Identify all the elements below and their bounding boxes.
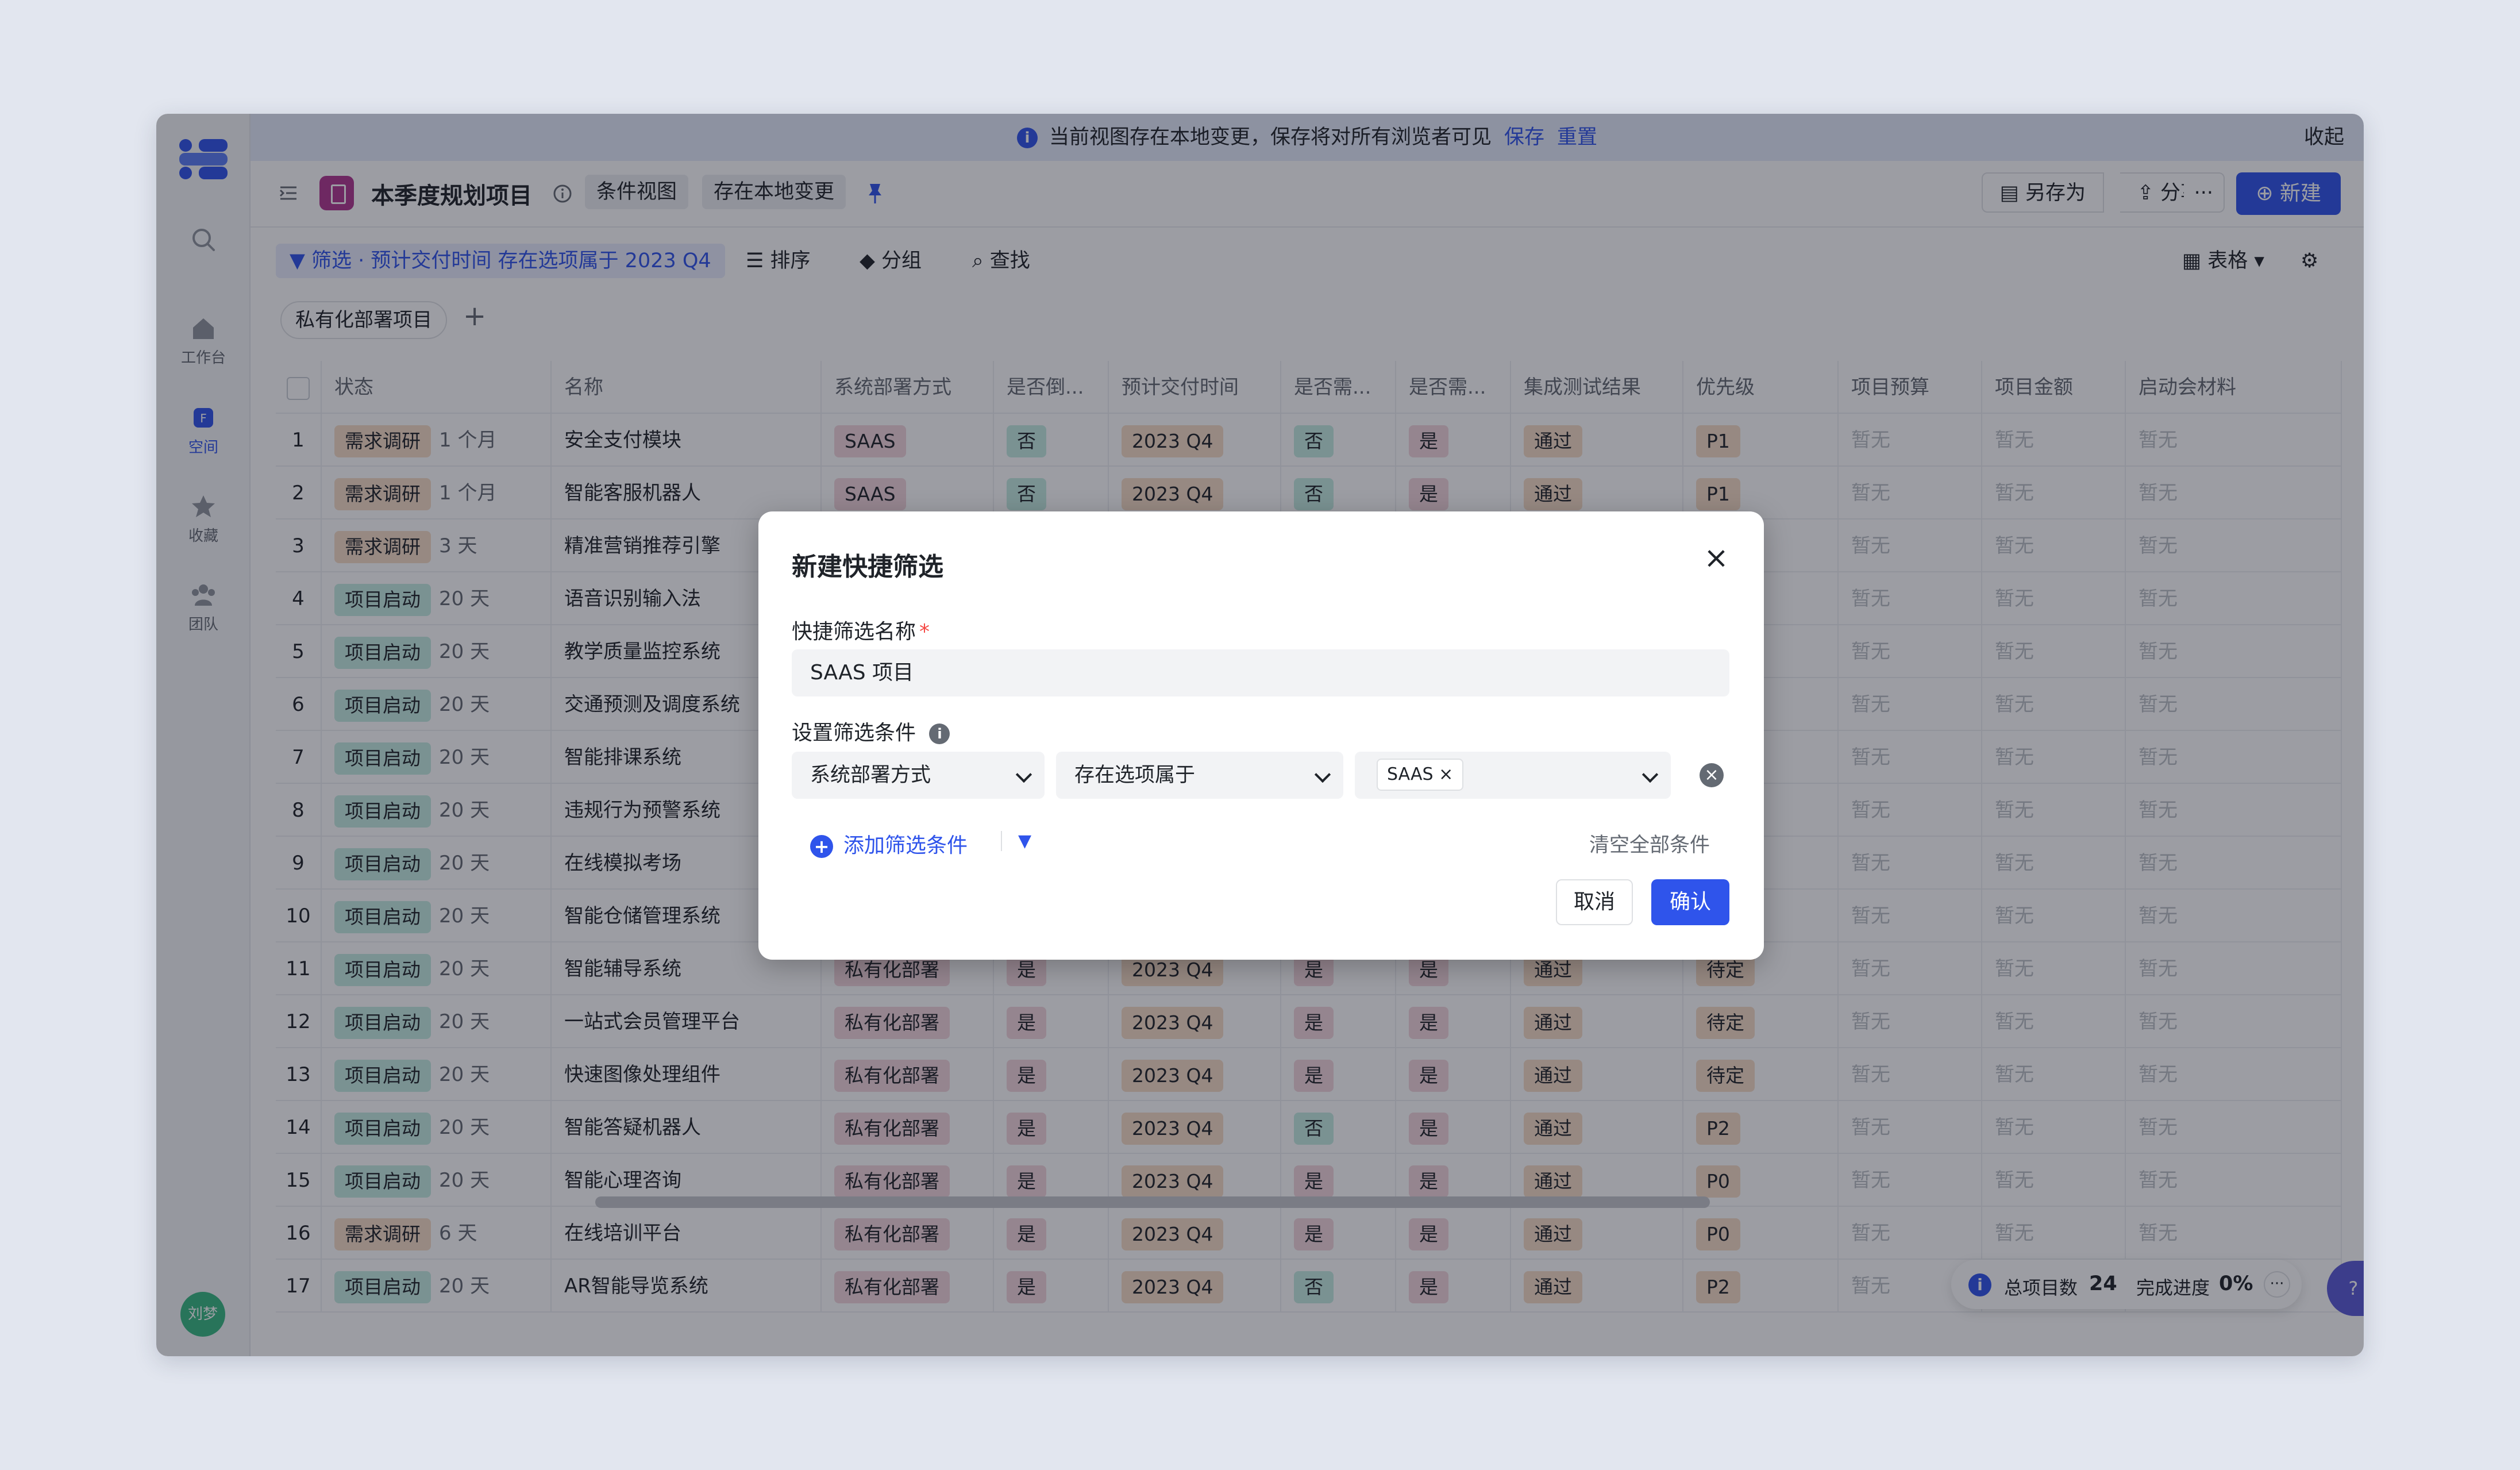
- filter-name-input[interactable]: SAAS 项目: [792, 649, 1729, 696]
- chip-remove-icon[interactable]: ×: [1439, 764, 1453, 784]
- remove-condition-icon[interactable]: ×: [1700, 763, 1724, 787]
- required-mark: *: [919, 620, 930, 644]
- condition-field-select[interactable]: 系统部署方式: [792, 752, 1045, 799]
- add-condition-button[interactable]: + 添加筛选条件: [810, 829, 968, 859]
- info-icon[interactable]: i: [929, 724, 950, 744]
- chevron-down-icon: [1015, 766, 1032, 783]
- chevron-down-icon: [1314, 766, 1331, 783]
- clear-all-conditions-link[interactable]: 清空全部条件: [1589, 829, 1710, 858]
- add-condition-menu-icon[interactable]: ▼: [1001, 831, 1031, 851]
- plus-circle-icon: +: [810, 835, 833, 858]
- condition-operator-select[interactable]: 存在选项属于: [1056, 752, 1343, 799]
- chevron-down-icon: [1642, 766, 1659, 783]
- condition-value-select[interactable]: SAAS ×: [1355, 752, 1671, 799]
- quick-filter-dialog: 新建快捷筛选 × 快捷筛选名称 * SAAS 项目 设置筛选条件 i 系统部署方式…: [758, 511, 1764, 960]
- confirm-button[interactable]: 确认: [1651, 879, 1729, 925]
- close-icon[interactable]: ×: [1702, 543, 1731, 573]
- name-label: 快捷筛选名称 *: [792, 620, 930, 644]
- dialog-title: 新建快捷筛选: [792, 552, 943, 582]
- value-chip: SAAS ×: [1377, 759, 1464, 791]
- cancel-button[interactable]: 取消: [1556, 879, 1633, 925]
- condition-label: 设置筛选条件 i: [792, 716, 950, 746]
